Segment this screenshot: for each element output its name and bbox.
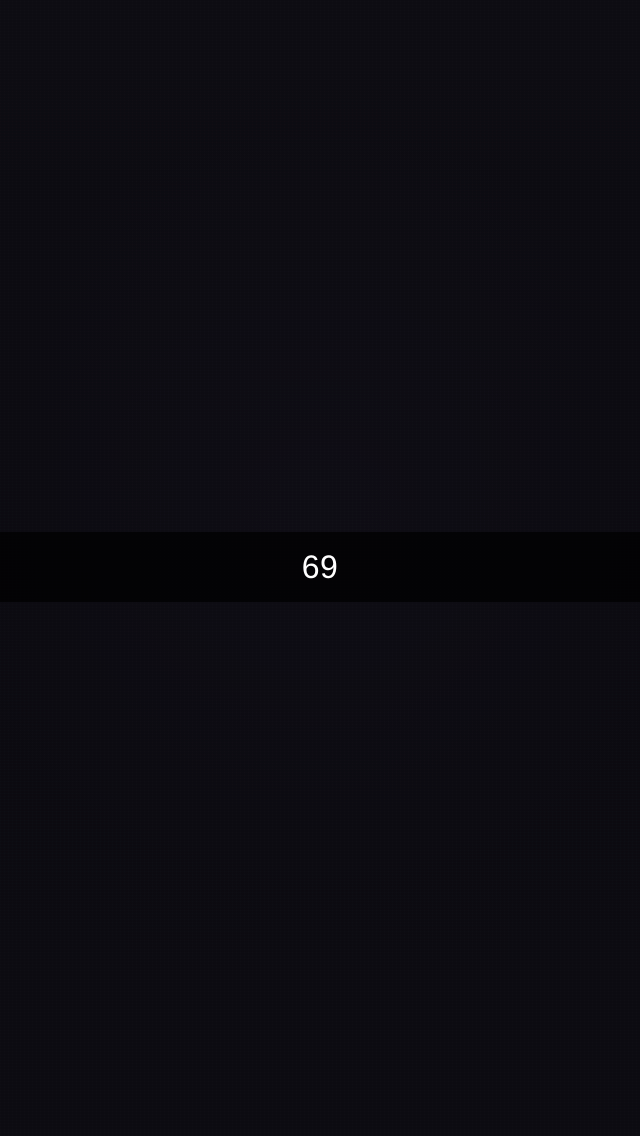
caption-text: 69 <box>301 549 339 585</box>
snap-viewer-screen[interactable]: 69 <box>0 0 640 1136</box>
caption-bar: 69 <box>0 532 640 602</box>
